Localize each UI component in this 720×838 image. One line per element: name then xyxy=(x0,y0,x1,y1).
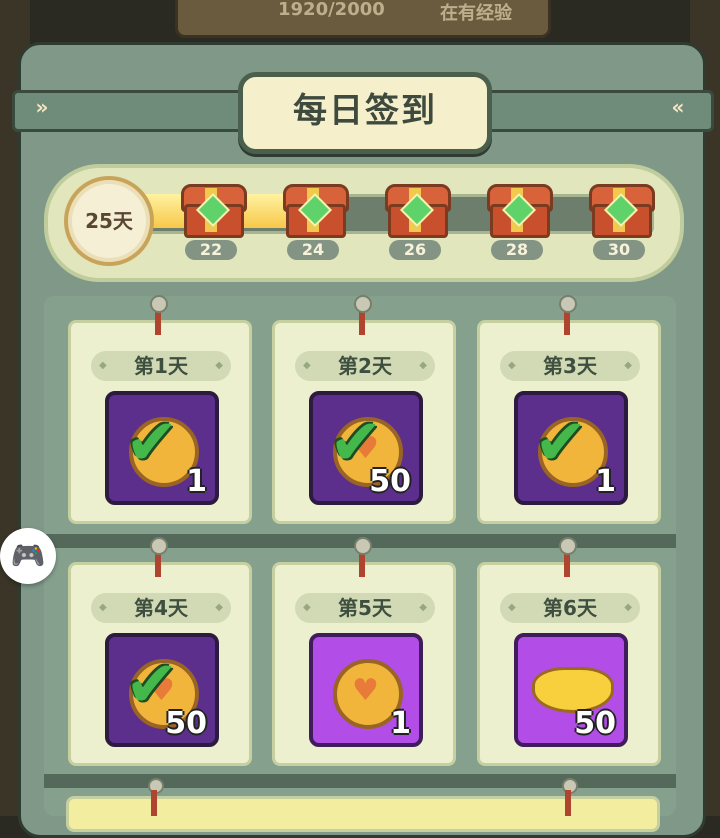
day-card-6[interactable]: 第6天 50 xyxy=(477,537,661,766)
reward-qty: 50 xyxy=(165,706,207,741)
page-title: 每日签到 xyxy=(293,91,437,131)
pin-icon xyxy=(559,537,577,555)
day-card-1[interactable]: 第1天 ✔ 1 xyxy=(68,295,252,524)
milestone-label: 28 xyxy=(491,240,543,260)
milestone-label: 22 xyxy=(185,240,237,260)
reward-qty: 1 xyxy=(390,706,411,741)
pin-string xyxy=(565,790,571,816)
milestone-label: 26 xyxy=(389,240,441,260)
day-label: 第2天 xyxy=(295,351,435,381)
row-divider xyxy=(44,774,676,788)
top-status-bar: 1920/2000 在有经验 xyxy=(175,0,551,38)
gamepad-icon[interactable]: 🎮 xyxy=(0,528,56,584)
pin-icon xyxy=(150,295,168,313)
reward-qty: 1 xyxy=(186,464,207,499)
milestone-label: 30 xyxy=(593,240,645,260)
day-card-2[interactable]: 第2天 ♥ ✔ 50 xyxy=(272,295,456,524)
reward-box: ✔ 1 xyxy=(514,391,628,505)
left-arrow-icon[interactable]: » xyxy=(28,96,56,118)
pin-string xyxy=(151,790,157,816)
reward-box: ♥ ✔ 50 xyxy=(105,633,219,747)
milestone-label: 24 xyxy=(287,240,339,260)
chest-icon[interactable] xyxy=(283,184,349,238)
chest-icon[interactable] xyxy=(181,184,247,238)
day-card-4[interactable]: 第4天 ♥ ✔ 50 xyxy=(68,537,252,766)
reward-box[interactable]: 50 xyxy=(514,633,628,747)
right-arrow-icon[interactable]: « xyxy=(664,96,692,118)
day-card-3[interactable]: 第3天 ✔ 1 xyxy=(477,295,661,524)
check-icon: ✔ xyxy=(125,406,179,480)
top-counter: 1920/2000 xyxy=(278,0,385,20)
day-label: 第3天 xyxy=(500,351,640,381)
reward-box: ♥ ✔ 50 xyxy=(309,391,423,505)
chest-icon[interactable] xyxy=(487,184,553,238)
top-label: 在有经验 xyxy=(440,3,512,24)
chest-icon[interactable] xyxy=(589,184,655,238)
day-label: 第5天 xyxy=(295,593,435,623)
current-days-badge: 25天 xyxy=(64,176,154,266)
day-label: 第1天 xyxy=(91,351,231,381)
day-label: 第4天 xyxy=(91,593,231,623)
pin-icon xyxy=(150,537,168,555)
reward-box: ✔ 1 xyxy=(105,391,219,505)
pin-icon xyxy=(559,295,577,313)
reward-qty: 50 xyxy=(369,464,411,499)
pin-icon xyxy=(354,537,372,555)
check-icon: ✔ xyxy=(534,406,588,480)
day-card-5[interactable]: 第5天 ♥ 1 xyxy=(272,537,456,766)
pin-icon xyxy=(354,295,372,313)
reward-qty: 50 xyxy=(574,706,616,741)
chest-icon[interactable] xyxy=(385,184,451,238)
reward-qty: 1 xyxy=(595,464,616,499)
reward-box[interactable]: ♥ 1 xyxy=(309,633,423,747)
day-label: 第6天 xyxy=(500,593,640,623)
title-plate: 每日签到 xyxy=(238,72,492,154)
